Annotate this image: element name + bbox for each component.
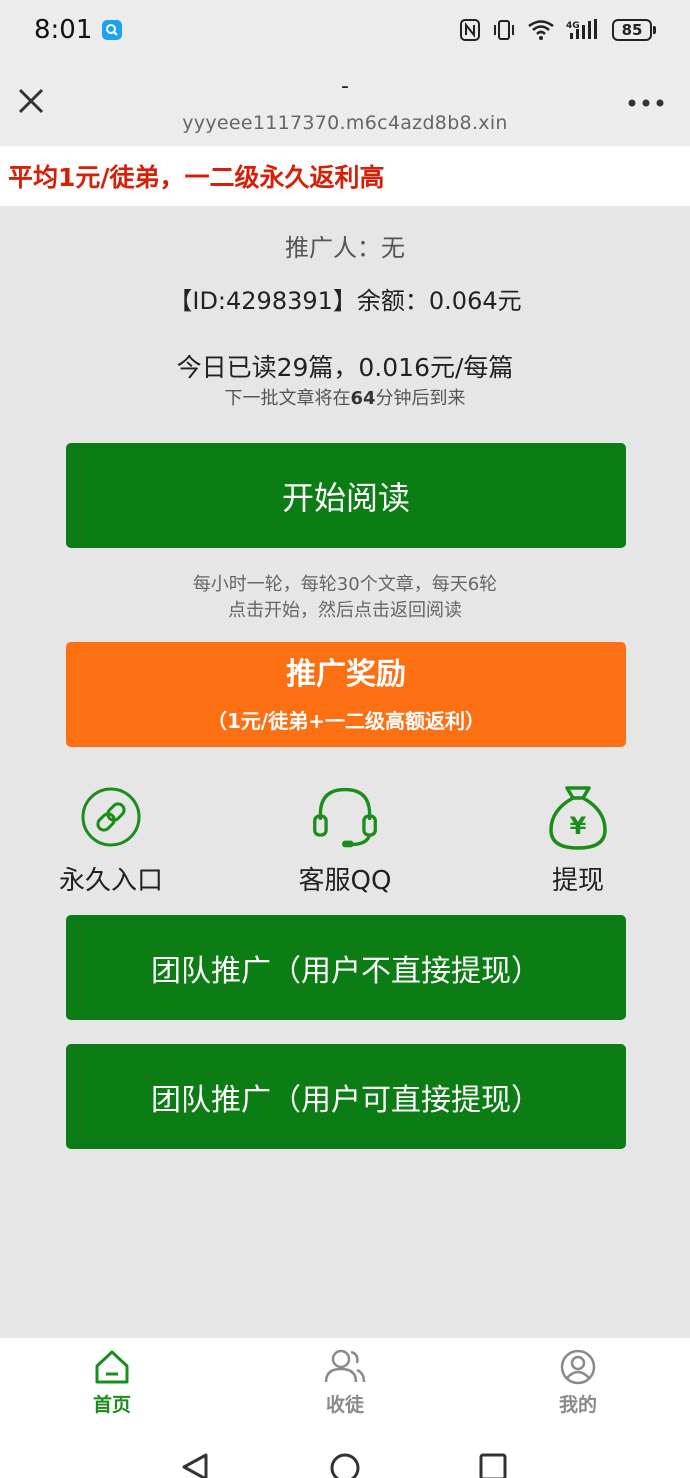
hint-line-1: 每小时一轮，每轮30个文章，每天6轮 <box>192 574 498 595</box>
nfc-icon <box>460 19 480 41</box>
more-options-button[interactable] <box>626 88 666 118</box>
users-icon <box>324 1349 366 1383</box>
hint-line-2: 点击开始，然后点击返回阅读 <box>228 600 462 621</box>
reward-subtitle: （1元/徒弟+一二级高额返利） <box>207 709 485 733</box>
vibrate-icon <box>492 19 516 41</box>
page-title: - <box>341 74 349 99</box>
user-icon <box>560 1349 596 1385</box>
signal-icon: 4G <box>566 19 600 41</box>
next-batch-suffix: 分钟后到来 <box>375 388 466 409</box>
balance-text: 【ID:4298391】余额：0.064元 <box>168 287 522 315</box>
recents-square-icon <box>479 1453 507 1478</box>
start-reading-button[interactable]: 开始阅读 <box>66 443 626 548</box>
team-promotion-no-direct-withdraw-button[interactable]: 团队推广（用户不直接提现） <box>66 915 626 1020</box>
tab-recruit[interactable]: 收徒 <box>285 1348 405 1424</box>
system-nav-bar <box>0 1428 690 1478</box>
status-bar: 8:01 4G 85 <box>0 0 690 60</box>
team-promotion-2-label: 团队推广（用户可直接提现） <box>151 1082 541 1118</box>
battery-indicator: 85 <box>612 19 656 41</box>
tab-mine-label: 我的 <box>558 1394 597 1416</box>
next-batch-minutes: 64 <box>350 388 376 409</box>
status-left: 8:01 <box>34 15 123 45</box>
promo-banner: 平均1元/徒弟，一二级永久返利高 <box>0 146 690 206</box>
tab-home[interactable]: 首页 <box>52 1348 172 1424</box>
link-icon <box>76 782 146 852</box>
permanent-entry-link[interactable]: 永久入口 <box>21 782 201 898</box>
withdraw-label: 提现 <box>551 866 604 896</box>
home-circle-icon <box>330 1453 360 1478</box>
home-nav-button[interactable] <box>329 1452 361 1478</box>
recents-nav-button[interactable] <box>478 1452 508 1478</box>
headset-icon <box>310 782 380 852</box>
money-bag-icon: ¥ <box>543 782 613 852</box>
tab-mine[interactable]: 我的 <box>518 1348 638 1424</box>
next-batch-text: 下一批文章将在64分钟后到来 <box>0 384 690 410</box>
svg-text:¥: ¥ <box>570 812 587 840</box>
promo-banner-text: 平均1元/徒弟，一二级永久返利高 <box>8 163 385 192</box>
status-right: 4G 85 <box>460 19 656 41</box>
page-url: yyyeee1117370.m6c4azd8b8.xin <box>182 112 508 134</box>
wifi-icon <box>528 20 554 40</box>
status-time: 8:01 <box>34 15 93 45</box>
battery-tip <box>653 26 656 34</box>
customer-service-label: 客服QQ <box>298 866 392 896</box>
tab-recruit-label: 收徒 <box>325 1394 364 1416</box>
app-notification-icon <box>102 20 123 40</box>
team-promotion-direct-withdraw-button[interactable]: 团队推广（用户可直接提现） <box>66 1044 626 1149</box>
team-promotion-1-label: 团队推广（用户不直接提现） <box>151 953 541 989</box>
battery-level: 85 <box>612 19 652 41</box>
reward-title: 推广奖励 <box>286 657 406 692</box>
browser-nav-bar: - yyyeee1117370.m6c4azd8b8.xin <box>0 60 690 146</box>
promoter-text: 推广人：无 <box>285 234 405 262</box>
more-icon <box>628 99 664 107</box>
today-read-text: 今日已读29篇，0.016元/每篇 <box>176 353 514 382</box>
start-reading-label: 开始阅读 <box>281 478 410 517</box>
promotion-reward-button[interactable]: 推广奖励 （1元/徒弟+一二级高额返利） <box>66 642 626 747</box>
customer-service-qq-link[interactable]: 客服QQ <box>255 782 435 898</box>
next-batch-prefix: 下一批文章将在 <box>224 388 351 409</box>
home-icon <box>95 1350 129 1384</box>
back-triangle-icon <box>182 1453 208 1478</box>
bottom-tab-bar: 首页 收徒 我的 <box>0 1338 690 1428</box>
tab-home-label: 首页 <box>92 1394 131 1416</box>
back-nav-button[interactable] <box>180 1452 210 1478</box>
withdraw-link[interactable]: ¥ 提现 <box>488 782 668 898</box>
permanent-entry-label: 永久入口 <box>58 866 163 896</box>
